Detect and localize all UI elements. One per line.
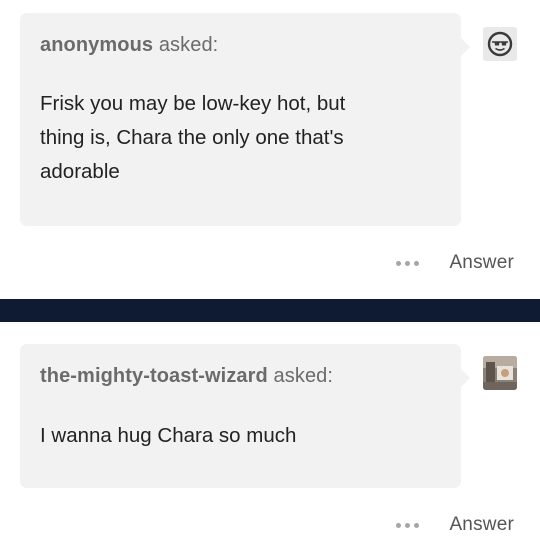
question-line: Frisk you may be low-key hot, but: [40, 92, 346, 115]
post-actions: Answer: [396, 252, 514, 274]
ask-header: the-mighty-toast-wizard asked:: [40, 365, 333, 388]
ask-card: the-mighty-toast-wizard asked: I wanna h…: [20, 344, 470, 488]
ask-card: anonymous asked: Frisk you may be low-ke…: [20, 13, 470, 226]
asked-label: asked:: [158, 34, 219, 56]
ask-question: Frisk you may be low-key hot, but thing …: [40, 87, 415, 189]
answer-button[interactable]: Answer: [449, 252, 514, 274]
post-actions: Answer: [396, 514, 514, 536]
more-options-icon[interactable]: [396, 522, 420, 528]
sunglasses-face-icon: [483, 27, 517, 61]
post-divider: [0, 299, 540, 322]
ask-header: anonymous asked:: [40, 34, 218, 57]
ask-question: I wanna hug Chara so much: [40, 419, 415, 453]
question-line: adorable: [40, 160, 120, 183]
asked-label: asked:: [273, 365, 334, 387]
asker-name[interactable]: the-mighty-toast-wizard: [40, 365, 268, 387]
user-photo-avatar-image: [483, 356, 517, 390]
more-options-icon[interactable]: [396, 260, 420, 266]
asker-name[interactable]: anonymous: [40, 34, 153, 56]
question-line: thing is, Chara the only one that's: [40, 126, 344, 149]
anonymous-avatar[interactable]: [483, 27, 517, 61]
page: anonymous asked: Frisk you may be low-ke…: [0, 0, 540, 555]
answer-button[interactable]: Answer: [449, 514, 514, 536]
user-photo-avatar[interactable]: [483, 356, 517, 390]
question-line: I wanna hug Chara so much: [40, 424, 297, 447]
